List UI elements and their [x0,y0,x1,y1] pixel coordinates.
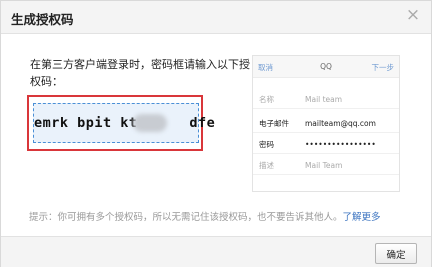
learn-more-link[interactable]: 了解更多 [343,212,381,223]
row-label: 描述 [259,161,274,170]
row-label: 电子邮件 [259,119,289,128]
row-value: mailteam@qq.com [305,119,376,128]
row-value: Mail Team [305,161,343,170]
auth-code-box: emrk bpit kt dfe [33,103,215,143]
illustration-next: 下一步 [371,63,395,72]
illustration-row-password: 密码 •••••••••••••••• [253,135,399,154]
illustration-row-name: 名称 Mail team [253,90,399,109]
auth-code-prefix: emrk bpit kt [34,115,138,131]
auth-code: emrk bpit kt dfe [34,104,215,142]
auth-code-highlight: emrk bpit kt dfe [27,95,215,151]
row-value: •••••••••••••••• [305,140,376,149]
row-label: 密码 [259,140,274,149]
illustration-row-description: 描述 Mail Team [253,156,399,175]
dialog-title: 生成授权码 [11,12,74,27]
tip-body: 提示：你可拥有多个授权码，所以无需记住该授权码，也不要告诉其他人。 [29,212,343,223]
row-label: 名称 [259,95,274,104]
instruction-text: 在第三方客户端登录时，密码框请输入以下授权码： [30,58,250,88]
client-login-illustration: 取消 QQ 下一步 名称 Mail team 电子邮件 mailteam@qq.… [252,55,400,192]
auth-code-redaction [133,114,167,132]
auth-code-suffix: dfe [189,115,216,131]
confirm-button[interactable]: 确定 [375,243,417,264]
dialog-footer: 确定 [1,236,431,267]
auth-code-dialog: 生成授权码 × 在第三方客户端登录时，密码框请输入以下授权码： emrk bpi… [0,0,432,267]
tip-text: 提示：你可拥有多个授权码，所以无需记住该授权码，也不要告诉其他人。了解更多 [29,209,429,223]
row-value: Mail team [305,95,343,104]
illustration-nav-bar: 取消 QQ 下一步 [253,56,399,78]
dialog-header: 生成授权码 × [1,1,431,34]
close-icon[interactable]: × [403,5,423,25]
illustration-row-email: 电子邮件 mailteam@qq.com [253,114,399,133]
